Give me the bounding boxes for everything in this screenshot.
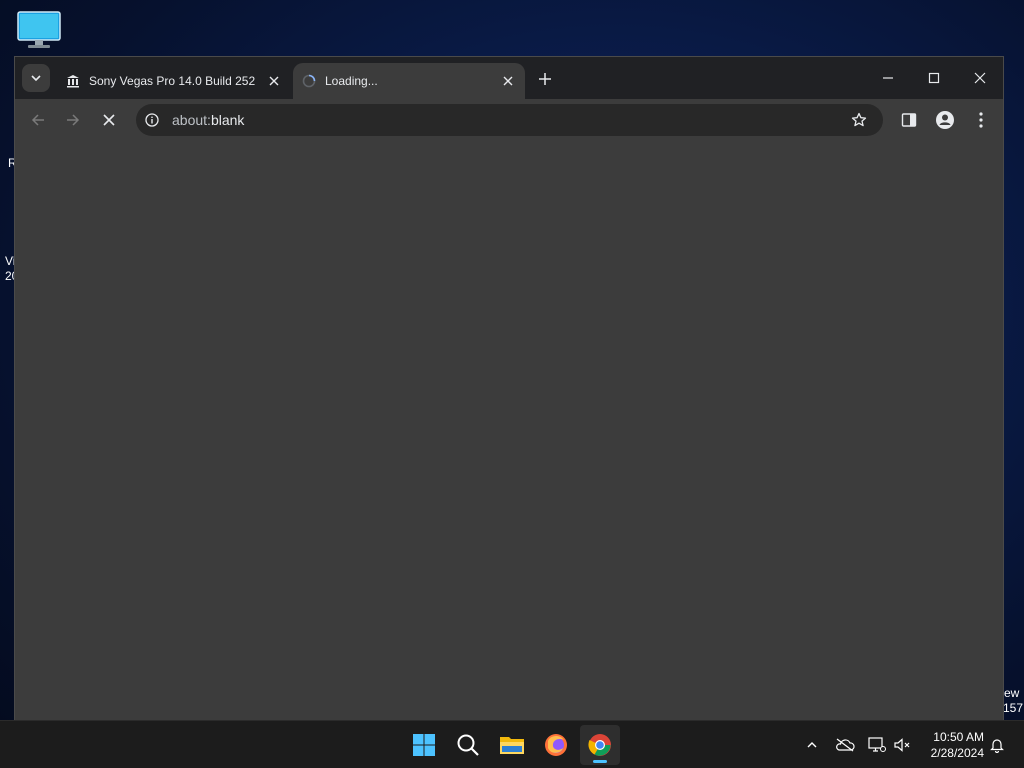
side-panel-icon: [901, 113, 917, 127]
address-text[interactable]: about:blank: [172, 112, 849, 128]
stop-loading-button[interactable]: [97, 108, 121, 132]
loading-spinner-icon: [301, 73, 317, 89]
close-window-button[interactable]: [957, 61, 1003, 95]
url-scheme: about:: [172, 112, 211, 128]
side-panel-button[interactable]: [897, 108, 921, 132]
plus-icon: [539, 73, 551, 85]
maximize-button[interactable]: [911, 61, 957, 95]
menu-button[interactable]: [969, 108, 993, 132]
minimize-button[interactable]: [865, 61, 911, 95]
firefox-icon[interactable]: [536, 725, 576, 765]
tab-title: Loading...: [325, 74, 378, 88]
info-icon[interactable]: [144, 112, 160, 128]
minimize-icon: [883, 77, 893, 79]
clock-time: 10:50 AM: [933, 730, 984, 744]
bookmark-star-icon[interactable]: [849, 110, 869, 130]
forward-button[interactable]: [61, 108, 85, 132]
browser-toolbar: about:blank: [15, 99, 1003, 141]
close-tab-icon[interactable]: [265, 72, 283, 90]
arrow-right-icon: [67, 114, 80, 126]
desktop-label-partial: ew: [1004, 686, 1020, 700]
network-icon[interactable]: [865, 733, 889, 757]
url-path: blank: [210, 112, 245, 128]
volume-muted-icon[interactable]: [890, 733, 914, 757]
browser-window: Sony Vegas Pro 14.0 Build 252 Loading...: [14, 56, 1004, 721]
desktop-label-partial: 157: [1003, 701, 1024, 715]
desktop-monitor-icon[interactable]: [16, 10, 62, 50]
search-icon[interactable]: [448, 725, 488, 765]
tab-title: Sony Vegas Pro 14.0 Build 252: [89, 74, 256, 88]
clock-date: 2/28/2024: [930, 746, 984, 760]
maximize-icon: [928, 72, 940, 84]
chevron-down-icon: [31, 75, 41, 82]
browser-titlebar: Sony Vegas Pro 14.0 Build 252 Loading...: [15, 57, 1003, 99]
museum-icon: [65, 73, 81, 89]
notification-bell-icon[interactable]: [985, 733, 1009, 757]
address-bar[interactable]: about:blank: [136, 104, 883, 136]
new-tab-button[interactable]: [533, 67, 557, 91]
windows-start-icon[interactable]: [404, 725, 444, 765]
tab-sony-vegas[interactable]: Sony Vegas Pro 14.0 Build 252: [57, 63, 291, 99]
arrow-left-icon: [31, 114, 44, 126]
chevron-up-icon[interactable]: [800, 733, 824, 757]
avatar-icon: [936, 111, 954, 129]
close-tab-icon[interactable]: [499, 72, 517, 90]
back-button[interactable]: [26, 108, 50, 132]
tab-loading[interactable]: Loading...: [293, 63, 525, 99]
taskbar: 10:50 AM 2/28/2024: [0, 720, 1024, 768]
close-icon: [103, 114, 115, 126]
chrome-icon[interactable]: [580, 725, 620, 765]
onedrive-offline-icon[interactable]: [833, 733, 857, 757]
active-app-indicator: [593, 760, 607, 763]
profile-button[interactable]: [933, 108, 957, 132]
system-clock[interactable]: 10:50 AM 2/28/2024: [920, 729, 984, 761]
page-content[interactable]: [15, 141, 1003, 721]
tab-search-button[interactable]: [22, 64, 50, 92]
file-explorer-icon[interactable]: [492, 725, 532, 765]
more-vertical-icon: [979, 112, 983, 128]
close-icon: [974, 72, 986, 84]
